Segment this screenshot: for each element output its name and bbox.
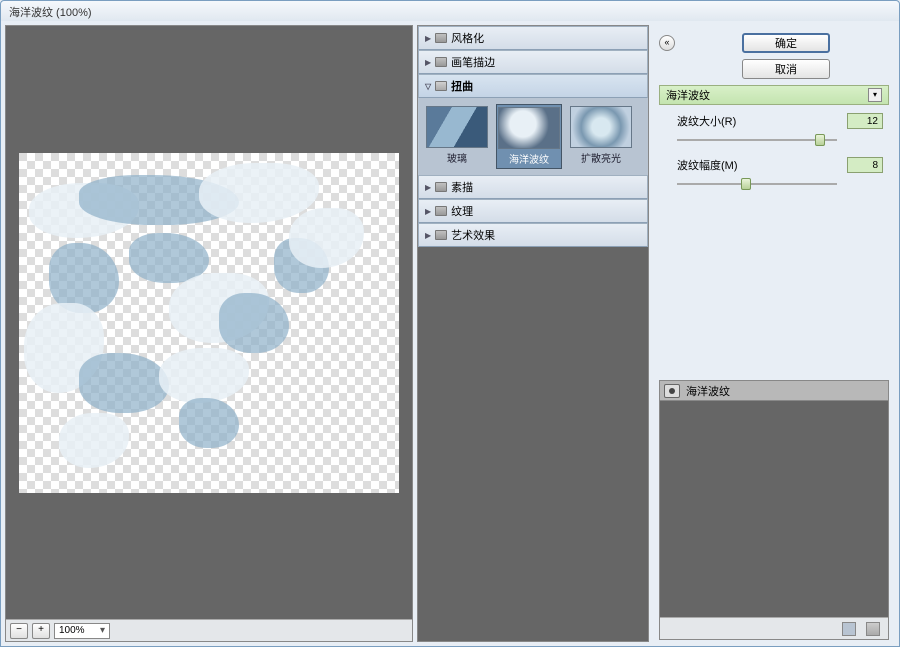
slider-track xyxy=(677,139,837,141)
chevron-right-icon: ▶ xyxy=(425,34,431,43)
layer-row[interactable]: 海洋波纹 xyxy=(660,381,888,401)
preview-canvas xyxy=(19,153,399,493)
filter-gallery-window: 海洋波纹 (100%) xyxy=(0,0,900,647)
content: − + 100% ▾ ▶ 风格化 ▶ 画笔描边 xyxy=(1,21,899,646)
window-title: 海洋波纹 (100%) xyxy=(9,7,92,19)
new-effect-layer-icon[interactable] xyxy=(842,622,856,636)
folder-open-icon xyxy=(435,81,447,91)
chevron-down-icon: ▾ xyxy=(100,625,105,636)
category-label: 画笔描边 xyxy=(451,54,495,70)
category-label: 素描 xyxy=(451,179,473,195)
slider-thumb[interactable] xyxy=(815,134,825,146)
filter-glass[interactable]: 玻璃 xyxy=(424,104,490,169)
param-ripple-magnitude: 波纹幅度(M) xyxy=(659,149,889,193)
filter-label: 海洋波纹 xyxy=(509,151,549,166)
delete-effect-layer-icon[interactable] xyxy=(866,622,880,636)
folder-icon xyxy=(435,182,447,192)
chevron-down-icon: ▽ xyxy=(425,82,431,91)
slider-track xyxy=(677,183,837,185)
effect-layers-panel: 海洋波纹 xyxy=(659,380,889,640)
param-ripple-size: 波纹大小(R) xyxy=(659,105,889,149)
category-sketch[interactable]: ▶ 素描 xyxy=(418,175,648,199)
cancel-button[interactable]: 取消 xyxy=(742,59,830,79)
ripple-magnitude-input[interactable] xyxy=(847,157,883,173)
filter-diffuse-glow[interactable]: 扩散亮光 xyxy=(568,104,634,169)
visibility-toggle-icon[interactable] xyxy=(664,384,680,398)
filter-thumbnail xyxy=(570,106,632,148)
zoom-value: 100% xyxy=(59,625,85,636)
titlebar: 海洋波纹 (100%) xyxy=(1,1,899,21)
top-row: « 确定 取消 xyxy=(659,27,889,79)
filter-name-dropdown[interactable]: 海洋波纹 ▾ xyxy=(659,85,889,105)
filter-thumbnail xyxy=(426,106,488,148)
ripple-size-input[interactable] xyxy=(847,113,883,129)
category-label: 艺术效果 xyxy=(451,227,495,243)
filter-categories-panel: ▶ 风格化 ▶ 画笔描边 ▽ 扭曲 玻璃 xyxy=(417,25,649,642)
category-texture[interactable]: ▶ 纹理 xyxy=(418,199,648,223)
preview-panel: − + 100% ▾ xyxy=(5,25,413,642)
folder-icon xyxy=(435,33,447,43)
chevron-down-icon: ▾ xyxy=(868,88,882,102)
current-filter-name: 海洋波纹 xyxy=(666,87,710,103)
chevron-right-icon: ▶ xyxy=(425,207,431,216)
preview-area[interactable] xyxy=(6,26,412,619)
chevron-right-icon: ▶ xyxy=(425,58,431,67)
filter-tree[interactable]: ▶ 风格化 ▶ 画笔描边 ▽ 扭曲 玻璃 xyxy=(417,25,649,642)
ripple-size-slider[interactable] xyxy=(677,133,837,147)
slider-thumb[interactable] xyxy=(741,178,751,190)
layer-name: 海洋波纹 xyxy=(686,383,730,399)
folder-icon xyxy=(435,57,447,67)
folder-icon xyxy=(435,206,447,216)
collapse-button[interactable]: « xyxy=(659,35,675,51)
category-artistic[interactable]: ▶ 艺术效果 xyxy=(418,223,648,247)
category-label: 扭曲 xyxy=(451,78,473,94)
filter-settings: 海洋波纹 ▾ 波纹大小(R) 波纹幅度(M) xyxy=(659,85,889,193)
filter-label: 玻璃 xyxy=(447,150,467,165)
settings-panel: « 确定 取消 海洋波纹 ▾ 波纹大小(R) xyxy=(653,25,895,642)
filter-thumbnail xyxy=(498,107,560,149)
ok-button[interactable]: 确定 xyxy=(742,33,830,53)
layers-footer xyxy=(660,617,888,639)
category-stylize[interactable]: ▶ 风格化 xyxy=(418,26,648,50)
param-label: 波纹幅度(M) xyxy=(677,157,738,173)
zoom-out-button[interactable]: − xyxy=(10,623,28,639)
filter-ocean-ripple[interactable]: 海洋波纹 xyxy=(496,104,562,169)
chevron-right-icon: ▶ xyxy=(425,183,431,192)
ripple-magnitude-slider[interactable] xyxy=(677,177,837,191)
category-label: 纹理 xyxy=(451,203,473,219)
category-distort[interactable]: ▽ 扭曲 xyxy=(418,74,648,98)
preview-footer: − + 100% ▾ xyxy=(6,619,412,641)
distort-thumbnails: 玻璃 海洋波纹 扩散亮光 xyxy=(418,98,648,175)
category-label: 风格化 xyxy=(451,30,484,46)
folder-icon xyxy=(435,230,447,240)
filter-label: 扩散亮光 xyxy=(581,150,621,165)
button-column: 确定 取消 xyxy=(683,33,889,79)
chevron-right-icon: ▶ xyxy=(425,231,431,240)
zoom-in-button[interactable]: + xyxy=(32,623,50,639)
zoom-field[interactable]: 100% ▾ xyxy=(54,623,110,639)
param-label: 波纹大小(R) xyxy=(677,113,736,129)
category-brush[interactable]: ▶ 画笔描边 xyxy=(418,50,648,74)
